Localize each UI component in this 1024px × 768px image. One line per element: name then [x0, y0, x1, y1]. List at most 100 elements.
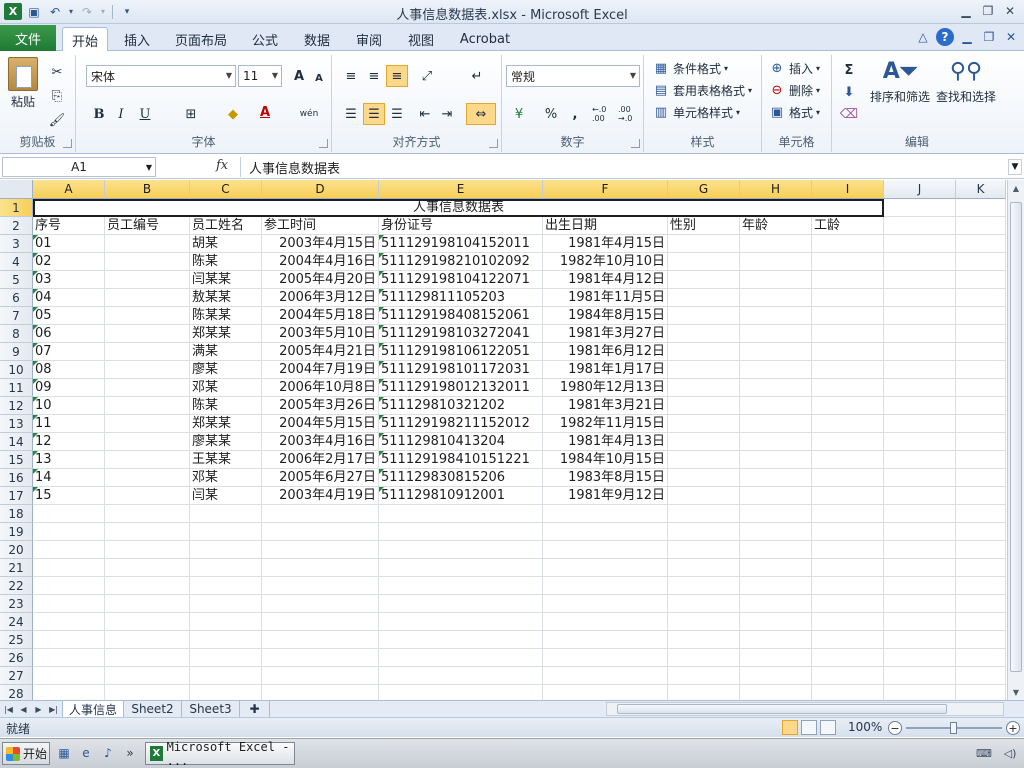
fill-icon[interactable]: ⬇: [838, 81, 860, 103]
id-number-cell[interactable]: 511129198106122051: [379, 343, 542, 361]
start-date-cell[interactable]: 2003年4月19日: [262, 487, 378, 505]
desktop-icon[interactable]: ▦: [56, 745, 72, 761]
birth-date-cell[interactable]: 1981年9月12日: [543, 487, 667, 505]
header-cell[interactable]: 工龄: [812, 217, 883, 235]
start-date-cell[interactable]: 2004年4月16日: [262, 253, 378, 271]
first-sheet-icon[interactable]: |◀: [2, 702, 15, 716]
tab-review[interactable]: 审阅: [346, 27, 392, 51]
id-number-cell[interactable]: 511129198210102092: [379, 253, 542, 271]
row-header-5[interactable]: 5: [0, 271, 33, 289]
start-date-cell[interactable]: 2004年5月18日: [262, 307, 378, 325]
align-bottom-icon[interactable]: ≡: [386, 65, 408, 87]
row-header-19[interactable]: 19: [0, 523, 33, 541]
header-cell[interactable]: 参工时间: [262, 217, 378, 235]
page-layout-view-icon[interactable]: [801, 720, 817, 735]
name-cell[interactable]: 胡某: [190, 235, 261, 253]
vertical-scroll-thumb[interactable]: [1010, 202, 1022, 672]
row-header-10[interactable]: 10: [0, 361, 33, 379]
seq-cell[interactable]: 09: [33, 379, 104, 397]
column-header-f[interactable]: F: [543, 180, 668, 199]
taskbar-excel-item[interactable]: X Microsoft Excel - ...: [145, 740, 295, 768]
column-header-d[interactable]: D: [262, 180, 379, 199]
tab-acrobat[interactable]: Acrobat: [454, 27, 516, 51]
name-cell[interactable]: 廖某: [190, 361, 261, 379]
seq-cell[interactable]: 10: [33, 397, 104, 415]
font-launcher-icon[interactable]: [319, 139, 328, 148]
birth-date-cell[interactable]: 1981年6月12日: [543, 343, 667, 361]
id-number-cell[interactable]: 511129198408152061: [379, 307, 542, 325]
seq-cell[interactable]: 03: [33, 271, 104, 289]
copy-icon[interactable]: ⎘: [46, 85, 68, 107]
increase-indent-icon[interactable]: ⇥: [436, 103, 458, 125]
tab-data[interactable]: 数据: [294, 27, 340, 51]
increase-decimal-button[interactable]: ←.0 .00: [592, 103, 616, 125]
birth-date-cell[interactable]: 1982年10月10日: [543, 253, 667, 271]
workbook-minimize-icon[interactable]: ▁: [958, 28, 976, 46]
vertical-scrollbar[interactable]: ▲ ▼: [1007, 180, 1024, 700]
more-icon[interactable]: »: [122, 745, 138, 761]
cut-icon[interactable]: ✂: [46, 61, 68, 83]
column-header-k[interactable]: K: [956, 180, 1006, 199]
sheet-tab-sheet2[interactable]: Sheet2: [124, 701, 182, 717]
table-format-button[interactable]: ▤ 套用表格格式 ▾: [652, 81, 752, 99]
find-select-button[interactable]: ⚲⚲ 查找和选择: [936, 59, 996, 105]
orientation-icon[interactable]: ⤢: [416, 65, 438, 87]
row-header-1[interactable]: 1: [0, 199, 33, 217]
align-middle-icon[interactable]: ≡: [363, 65, 385, 87]
last-sheet-icon[interactable]: ▶|: [47, 702, 60, 716]
grow-font-button[interactable]: A: [288, 65, 310, 87]
select-all-corner[interactable]: [0, 180, 33, 199]
horizontal-scroll-thumb[interactable]: [617, 704, 947, 714]
workbook-restore-icon[interactable]: ❐: [980, 28, 998, 46]
seq-cell[interactable]: 12: [33, 433, 104, 451]
collapse-ribbon-icon[interactable]: △: [914, 28, 932, 46]
italic-button[interactable]: I: [110, 103, 132, 125]
start-date-cell[interactable]: 2003年4月15日: [262, 235, 378, 253]
column-header-b[interactable]: B: [105, 180, 190, 199]
tab-file[interactable]: 文件: [0, 25, 56, 51]
volume-icon[interactable]: ◁): [1002, 746, 1018, 760]
name-cell[interactable]: 陈某: [190, 253, 261, 271]
seq-cell[interactable]: 15: [33, 487, 104, 505]
font-size-combo[interactable]: 11 ▼: [238, 65, 282, 87]
row-header-3[interactable]: 3: [0, 235, 33, 253]
expand-formula-bar-icon[interactable]: ▼: [1008, 159, 1022, 175]
start-date-cell[interactable]: 2003年4月16日: [262, 433, 378, 451]
row-header-17[interactable]: 17: [0, 487, 33, 505]
tab-insert[interactable]: 插入: [114, 27, 160, 51]
name-cell[interactable]: 廖某某: [190, 433, 261, 451]
row-header-7[interactable]: 7: [0, 307, 33, 325]
start-date-cell[interactable]: 2005年4月20日: [262, 271, 378, 289]
name-cell[interactable]: 陈某: [190, 397, 261, 415]
row-header-16[interactable]: 16: [0, 469, 33, 487]
zoom-knob[interactable]: [950, 722, 957, 734]
decrease-decimal-button[interactable]: .00 →.0: [618, 103, 642, 125]
start-date-cell[interactable]: 2005年4月21日: [262, 343, 378, 361]
zoom-out-icon[interactable]: −: [888, 721, 902, 735]
start-date-cell[interactable]: 2004年7月19日: [262, 361, 378, 379]
sheet-title-cell[interactable]: 人事信息数据表: [33, 199, 884, 217]
column-header-c[interactable]: C: [190, 180, 262, 199]
browser-icon[interactable]: e: [78, 745, 94, 761]
seq-cell[interactable]: 05: [33, 307, 104, 325]
name-cell[interactable]: 邓某: [190, 379, 261, 397]
name-cell[interactable]: 满某: [190, 343, 261, 361]
number-launcher-icon[interactable]: [631, 139, 640, 148]
row-header-20[interactable]: 20: [0, 541, 33, 559]
birth-date-cell[interactable]: 1982年11月15日: [543, 415, 667, 433]
autosum-button[interactable]: Σ: [838, 59, 860, 81]
id-number-cell[interactable]: 511129830815206: [379, 469, 542, 487]
zoom-in-icon[interactable]: +: [1006, 721, 1020, 735]
row-header-14[interactable]: 14: [0, 433, 33, 451]
birth-date-cell[interactable]: 1981年3月21日: [543, 397, 667, 415]
start-date-cell[interactable]: 2005年3月26日: [262, 397, 378, 415]
tab-home[interactable]: 开始: [62, 27, 108, 52]
row-header-23[interactable]: 23: [0, 595, 33, 613]
row-header-9[interactable]: 9: [0, 343, 33, 361]
row-header-21[interactable]: 21: [0, 559, 33, 577]
birth-date-cell[interactable]: 1981年4月12日: [543, 271, 667, 289]
id-number-cell[interactable]: 511129198211152012: [379, 415, 542, 433]
column-header-j[interactable]: J: [884, 180, 956, 199]
header-cell[interactable]: 性别: [668, 217, 739, 235]
merge-center-icon[interactable]: ⇔: [466, 103, 496, 125]
